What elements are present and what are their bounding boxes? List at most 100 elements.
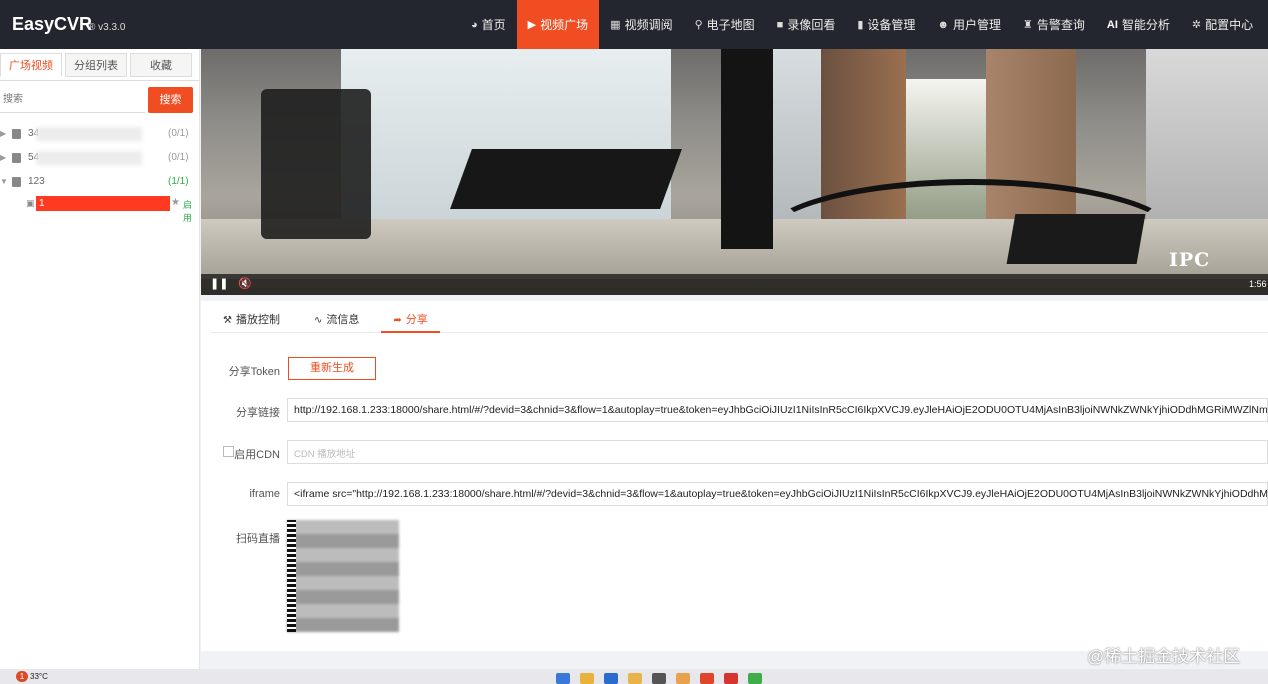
caret-right-icon[interactable]: ▶: [0, 129, 6, 138]
tree-node[interactable]: ▶ 54 (0/1): [0, 147, 199, 171]
taskbar-apps: [556, 673, 762, 684]
cdn-url-input[interactable]: CDN 播放地址: [287, 440, 1268, 464]
sidebar: 广场视频 分组列表 收藏 搜索 ▶ 34 (0/1) ▶ 54 (0/1) ▼ …: [0, 49, 200, 669]
tab-favorites[interactable]: 收藏: [130, 53, 192, 77]
panel-tabs: ⚒ 播放控制 ∿ 流信息 ➦ 分享: [211, 311, 1268, 333]
channel-count: (0/1): [168, 128, 189, 139]
app-icon[interactable]: [580, 673, 594, 684]
iframe-row: iframe <iframe src="http://192.168.1.233…: [201, 482, 1268, 506]
pulse-icon: ∿: [313, 315, 323, 326]
map-pin-icon: ⚲: [694, 19, 703, 31]
video-player[interactable]: IPC ❚❚ 🔇 1:56: [201, 49, 1268, 295]
ai-icon: AI: [1106, 18, 1118, 31]
device-icon: [12, 177, 21, 187]
camera-osd-label: IPC: [1169, 249, 1211, 271]
nav-map[interactable]: ⚲ 电子地图: [684, 0, 766, 49]
qr-code-edge: [287, 520, 296, 632]
regenerate-token-button[interactable]: 重新生成: [288, 357, 376, 380]
nav-ai[interactable]: AI 智能分析: [1096, 0, 1181, 49]
nav-playback[interactable]: ■ 录像回看: [766, 0, 847, 49]
link-row: 分享链接 http://192.168.1.233:18000/share.ht…: [201, 398, 1268, 422]
user-icon: ☻: [937, 18, 949, 31]
iframe-code-field[interactable]: <iframe src="http://192.168.1.233:18000/…: [287, 482, 1268, 506]
tab-square-videos[interactable]: 广场视频: [0, 53, 62, 77]
nav-plugins[interactable]: ✚插件: [1264, 0, 1268, 49]
alarm-icon: ♜: [1023, 19, 1033, 31]
main-nav: ◕ 首页 ▶ 视频广场 ▦ 视频调阅 ⚲ 电子地图 ■ 录像回看 ▮ 设备管理 ☻ 用户管理 …: [460, 0, 1268, 49]
video-controls: ❚❚ 🔇 1:56: [201, 274, 1268, 295]
redacted-text: [36, 151, 142, 165]
nav-users[interactable]: ☻ 用户管理: [926, 0, 1012, 49]
os-taskbar: 1 33°C: [0, 669, 1268, 684]
video-scene: [721, 49, 773, 249]
nav-devices[interactable]: ▮ 设备管理: [846, 0, 926, 49]
app-icon[interactable]: [676, 673, 690, 684]
video-camera-icon: ■: [776, 18, 784, 31]
token-row: 分享Token 重新生成: [201, 357, 1268, 381]
qr-label: 扫码直播: [236, 533, 280, 545]
share-panel: ⚒ 播放控制 ∿ 流信息 ➦ 分享 分享Token 重新生成 分享链接 http://…: [201, 301, 1268, 651]
mute-icon[interactable]: 🔇: [238, 277, 252, 290]
tab-stream-info[interactable]: ∿ 流信息: [302, 311, 371, 333]
tab-playback-control[interactable]: ⚒ 播放控制: [211, 311, 292, 333]
token-label: 分享Token: [228, 366, 280, 378]
grid-icon: ▦: [610, 19, 621, 31]
video-scene: [1006, 214, 1146, 264]
qr-code: [287, 520, 399, 632]
share-icon: ➦: [393, 315, 402, 326]
video-scene: [261, 89, 371, 239]
folder-icon[interactable]: [628, 673, 642, 684]
video-scene: [450, 149, 682, 209]
tree-node[interactable]: ▶ 34 (0/1): [0, 123, 199, 147]
channel-status: 启用: [183, 200, 193, 223]
caret-down-icon[interactable]: ▼: [0, 177, 8, 186]
cdn-label: 启用CDN: [234, 449, 280, 461]
tree-node[interactable]: ▼ 123 (1/1): [0, 171, 199, 195]
app-version: ® v3.3.0: [88, 22, 126, 33]
app-icon[interactable]: [700, 673, 714, 684]
tab-group-list[interactable]: 分组列表: [65, 53, 127, 77]
cdn-row: 启用CDN CDN 播放地址: [201, 440, 1268, 464]
nav-config[interactable]: ✲ 配置中心: [1181, 0, 1264, 49]
weather-temp: 33°C: [30, 672, 48, 681]
tools-icon: ⚒: [223, 315, 232, 326]
gear-icon: ✲: [1191, 19, 1202, 31]
search-bar: 搜索: [0, 87, 199, 117]
camera-icon: ▣: [26, 198, 35, 208]
caret-right-icon[interactable]: ▶: [0, 153, 6, 162]
channel-item[interactable]: ▣ 1 ★ 启用: [0, 193, 199, 223]
top-navbar: EasyCVR ® v3.3.0 ◕ 首页 ▶ 视频广场 ▦ 视频调阅 ⚲ 电子地图 ■…: [0, 0, 1268, 49]
windows-icon[interactable]: [556, 673, 570, 684]
play-circle-icon: ▶: [527, 19, 537, 31]
channel-count: (1/1): [168, 176, 189, 187]
device-name: 123: [28, 176, 45, 187]
app-icon[interactable]: [748, 673, 762, 684]
tab-share[interactable]: ➦ 分享: [381, 311, 440, 333]
sidebar-tabs: 广场视频 分组列表 收藏: [0, 53, 199, 81]
watermark: @稀土掘金技术社区: [1087, 647, 1241, 666]
share-link-label: 分享链接: [236, 407, 280, 419]
iframe-label: iframe: [249, 488, 280, 500]
app-icon[interactable]: [724, 673, 738, 684]
nav-alarms[interactable]: ♜ 告警查询: [1012, 0, 1096, 49]
cdn-checkbox[interactable]: [223, 446, 234, 457]
weather-icon[interactable]: 1: [16, 671, 28, 682]
device-icon: [12, 129, 21, 139]
video-time: 1:56: [1249, 279, 1267, 289]
nav-video-view[interactable]: ▦ 视频调阅: [599, 0, 683, 49]
redacted-text: [36, 127, 142, 141]
nav-video-square[interactable]: ▶ 视频广场: [516, 0, 600, 49]
app-icon[interactable]: [604, 673, 618, 684]
search-button[interactable]: 搜索: [148, 87, 193, 113]
dashboard-icon: ◕: [471, 18, 478, 31]
app-logo[interactable]: EasyCVR: [12, 14, 92, 35]
qr-row: 扫码直播: [201, 520, 1268, 632]
star-icon[interactable]: ★: [171, 197, 180, 208]
channel-name[interactable]: 1: [36, 196, 170, 211]
pause-icon[interactable]: ❚❚: [210, 277, 228, 290]
nav-home[interactable]: ◕ 首页: [460, 0, 517, 49]
device-tree: ▶ 34 (0/1) ▶ 54 (0/1) ▼ 123 (1/1) ▣ 1 ★ …: [0, 123, 199, 223]
app-icon[interactable]: [652, 673, 666, 684]
share-link-field[interactable]: http://192.168.1.233:18000/share.html/#/…: [287, 398, 1268, 422]
search-input[interactable]: [0, 87, 145, 113]
